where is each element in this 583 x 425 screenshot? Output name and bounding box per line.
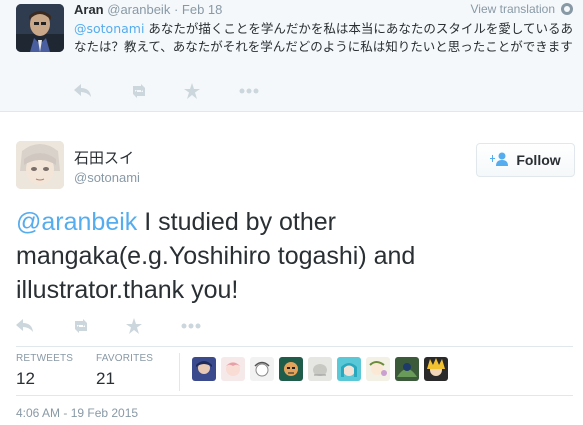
favorite-icon[interactable]: [184, 83, 239, 99]
parent-tweet-text: @sotonami あなたが描くことを学んだかを私は本当にあなたのスタイルを愛し…: [74, 20, 574, 56]
retweet-icon[interactable]: [71, 319, 126, 333]
retweets-count: 12: [16, 369, 35, 388]
tweet-actions: [16, 318, 236, 334]
follow-button[interactable]: Follow: [476, 143, 575, 177]
parent-tweet-body: あなたが描くことを学んだかを私は本当にあなたのスタイルを愛しているあなたは？教え…: [74, 21, 574, 54]
parent-mention-link[interactable]: @sotonami: [74, 21, 144, 36]
header-separator: ·: [173, 2, 179, 17]
reply-icon[interactable]: [74, 84, 129, 98]
retweet-icon[interactable]: [129, 84, 184, 98]
parent-tweet[interactable]: Aran @aranbeik · Feb 18 View translation…: [0, 0, 583, 112]
sotonami-avatar[interactable]: [16, 141, 64, 189]
parent-tweet-header: Aran @aranbeik · Feb 18: [74, 2, 222, 17]
favorites-count: 21: [96, 369, 115, 388]
favoriter-avatar[interactable]: [395, 357, 419, 381]
tweet-text: @aranbeik I studied by other mangaka(e.g…: [16, 205, 571, 307]
parent-author-name[interactable]: Aran: [74, 2, 104, 17]
view-translation-link[interactable]: View translation: [470, 2, 573, 16]
tweet-stats: RETWEETS 12 FAVORITES 21: [16, 346, 573, 396]
reply-icon[interactable]: [16, 319, 71, 333]
more-icon[interactable]: [181, 323, 236, 329]
favoriter-avatar[interactable]: [337, 357, 361, 381]
tweet-author-handle[interactable]: @sotonami: [74, 170, 140, 185]
favorites-stat[interactable]: FAVORITES 21: [96, 353, 153, 389]
favoriter-avatar[interactable]: [221, 357, 245, 381]
follow-label: Follow: [516, 152, 561, 168]
parent-tweet-actions: [74, 83, 294, 99]
tweet-author-name[interactable]: 石田スイ: [74, 147, 134, 168]
view-translation-label: View translation: [470, 2, 556, 16]
favoriter-avatar[interactable]: [424, 357, 448, 381]
favoriter-avatars: [192, 357, 448, 381]
parent-author-handle[interactable]: @aranbeik: [107, 2, 170, 17]
aran-avatar[interactable]: [16, 4, 64, 52]
globe-icon: [561, 3, 573, 15]
retweets-stat[interactable]: RETWEETS 12: [16, 353, 73, 389]
follow-person-icon: [490, 152, 510, 169]
tweet-mention-link[interactable]: @aranbeik: [16, 208, 137, 236]
favorite-icon[interactable]: [126, 318, 181, 334]
favoriter-avatar[interactable]: [250, 357, 274, 381]
parent-tweet-date[interactable]: Feb 18: [182, 2, 222, 17]
retweets-label: RETWEETS: [16, 353, 74, 364]
favoriter-avatar[interactable]: [279, 357, 303, 381]
favoriter-avatar[interactable]: [308, 357, 332, 381]
tweet-timestamp[interactable]: 4:06 AM - 19 Feb 2015: [16, 406, 138, 420]
more-icon[interactable]: [239, 88, 294, 94]
favoriter-avatar[interactable]: [192, 357, 216, 381]
favoriter-avatar[interactable]: [366, 357, 390, 381]
favorites-label: FAVORITES: [96, 353, 154, 364]
stats-divider: [179, 353, 180, 391]
